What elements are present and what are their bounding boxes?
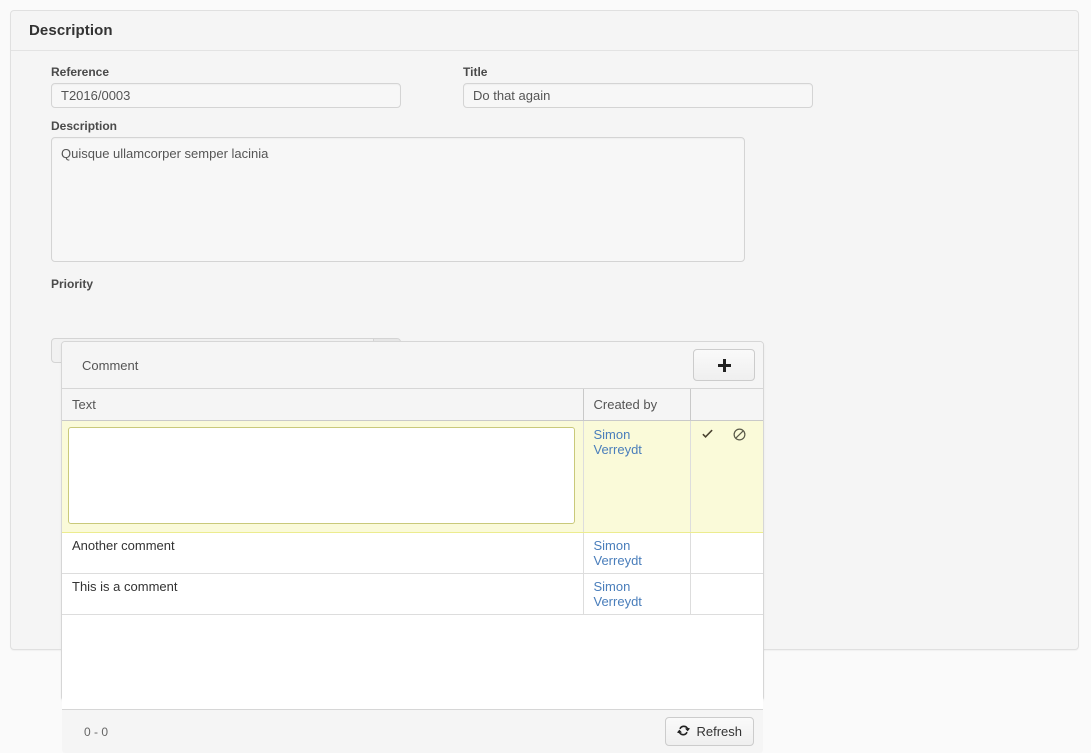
comment-panel-footer: 0 - 0 Refresh: [62, 710, 763, 753]
comment-panel-header: Comment: [62, 342, 763, 389]
author-link[interactable]: Simon Verreydt: [594, 538, 642, 568]
plus-icon: [717, 358, 731, 372]
table-row[interactable]: This is a comment Simon Verreydt: [62, 573, 763, 615]
cell-created-by: Simon Verreydt: [583, 573, 691, 615]
comment-table-head: Text Created by: [62, 389, 763, 421]
column-header-text[interactable]: Text: [62, 389, 584, 421]
cell-row-actions: [690, 532, 763, 574]
column-header-actions: [690, 389, 763, 421]
column-header-created-by[interactable]: Created by: [583, 389, 691, 421]
reference-input[interactable]: [51, 83, 401, 108]
add-comment-button[interactable]: [693, 349, 755, 381]
panel-body: Reference Title Description Priority Com…: [11, 51, 1078, 753]
cell-created-by: Simon Verreydt: [583, 420, 691, 533]
title-field-group: Title: [463, 65, 813, 108]
title-input[interactable]: [463, 83, 813, 108]
cell-comment-text: Another comment: [62, 532, 584, 574]
cell-row-actions: [690, 420, 763, 533]
comment-panel-title: Comment: [82, 357, 139, 373]
page-title: Description: [29, 22, 113, 39]
table-header-row: Text Created by: [62, 389, 763, 421]
table-row[interactable]: Another comment Simon Verreydt: [62, 532, 763, 574]
panel-header: Description: [11, 11, 1078, 51]
comment-table: Text Created by Simon Verreydt Another c…: [62, 389, 763, 615]
comment-table-body: Simon Verreydt Another comment Simon Ver…: [62, 420, 763, 615]
description-label: Description: [51, 119, 118, 133]
reference-field-group: Reference: [51, 65, 401, 108]
table-row-edit: Simon Verreydt: [62, 420, 763, 533]
refresh-button[interactable]: Refresh: [665, 717, 754, 746]
description-field-group: Description: [51, 119, 1060, 265]
author-link[interactable]: Simon Verreydt: [594, 427, 642, 457]
comment-grid-panel: Comment Text Created by Simon Verreydt A…: [61, 341, 764, 753]
refresh-icon: [677, 724, 691, 739]
description-textarea[interactable]: [51, 137, 745, 262]
cell-created-by: Simon Verreydt: [583, 532, 691, 574]
cell-comment-text: This is a comment: [62, 573, 584, 615]
check-icon[interactable]: [701, 428, 714, 444]
reference-label: Reference: [51, 65, 110, 79]
description-panel: Description Reference Title Description …: [10, 10, 1079, 753]
priority-field-group: Priority: [51, 277, 1060, 291]
title-label: Title: [463, 65, 488, 79]
reference-title-row: Reference Title: [51, 65, 1060, 108]
cell-row-actions: [690, 573, 763, 615]
author-link[interactable]: Simon Verreydt: [594, 579, 642, 609]
grid-empty-space: [62, 615, 763, 710]
cell-comment-text-editor: [62, 420, 584, 533]
record-count: 0 - 0: [84, 724, 109, 739]
refresh-label: Refresh: [696, 724, 742, 739]
priority-label: Priority: [51, 277, 94, 291]
ban-icon[interactable]: [733, 428, 746, 444]
comment-text-input[interactable]: [68, 427, 575, 524]
